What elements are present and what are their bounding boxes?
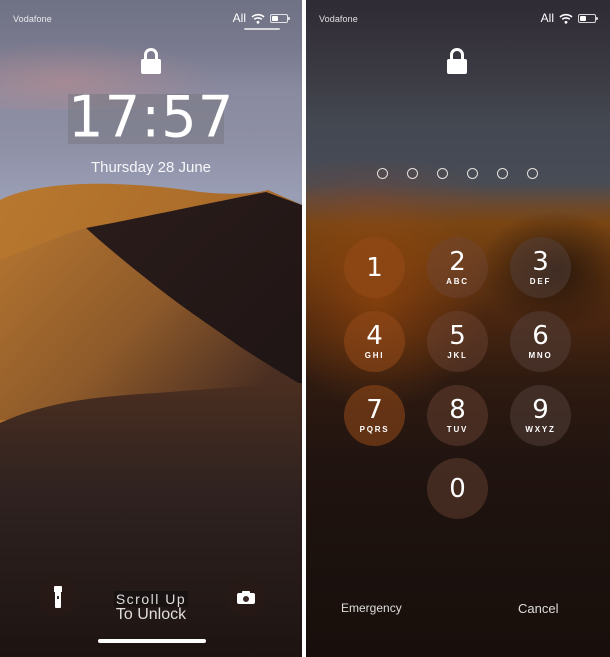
keypad-key-4[interactable]: 4 GHI	[344, 311, 405, 372]
cancel-button[interactable]: Cancel	[518, 601, 558, 616]
key-letters: JKL	[447, 351, 468, 360]
key-letters: DEF	[529, 277, 552, 286]
key-letters: WXYZ	[525, 425, 556, 434]
network-label: All	[232, 11, 246, 25]
key-letters: GHI	[364, 351, 385, 360]
control-center-handle[interactable]	[244, 28, 280, 30]
key-letters: PQRS	[359, 425, 390, 434]
keypad: 1 2 ABC 3 DEF 4 GHI 5 JKL 6 MNO 7 PQRS 8 TUV 9 WXYZ 0	[306, 0, 610, 657]
keypad-key-9[interactable]: 9 WXYZ	[510, 385, 571, 446]
clock-time: 17:57	[68, 84, 235, 151]
keypad-key-0[interactable]: 0	[427, 458, 488, 519]
unlock-hint-line1: Scroll Up	[0, 591, 302, 607]
keypad-key-8[interactable]: 8 TUV	[427, 385, 488, 446]
status-bar: Vodafone All	[0, 0, 302, 34]
keypad-key-2[interactable]: 2 ABC	[427, 237, 488, 298]
home-indicator[interactable]	[98, 639, 206, 643]
keypad-key-1[interactable]: 1	[344, 237, 405, 298]
passcode-screen: Vodafone All 1 2 ABC 3 DEF 4 GHI 5 JKL 6 MNO 7 PQRS 8…	[306, 0, 610, 657]
key-letters: TUV	[446, 425, 469, 434]
key-digit: 4	[366, 321, 383, 351]
key-digit: 7	[366, 395, 383, 425]
key-digit: 3	[532, 247, 549, 277]
key-letters: ABC	[446, 277, 469, 286]
key-digit: 2	[449, 247, 466, 277]
keypad-key-5[interactable]: 5 JKL	[427, 311, 488, 372]
unlock-hint-line2: To Unlock	[115, 606, 187, 623]
key-letters: MNO	[528, 351, 553, 360]
key-digit: 1	[366, 252, 383, 283]
keypad-key-3[interactable]: 3 DEF	[510, 237, 571, 298]
key-digit: 5	[449, 321, 466, 351]
key-digit: 8	[449, 395, 466, 425]
keypad-key-7[interactable]: 7 PQRS	[344, 385, 405, 446]
keypad-key-6[interactable]: 6 MNO	[510, 311, 571, 372]
lock-screen: Vodafone All 17:57 Thursday 28 June Scro…	[0, 0, 302, 657]
battery-icon	[270, 13, 290, 23]
padlock-icon	[141, 48, 161, 74]
clock-date: Thursday 28 June	[90, 159, 212, 176]
wifi-icon	[251, 13, 265, 24]
key-digit: 6	[532, 321, 549, 351]
key-digit: 0	[449, 473, 466, 504]
carrier-name: Vodafone	[13, 14, 52, 24]
status-indicators: All	[232, 11, 290, 25]
unlock-hint-text: Scroll Up	[113, 591, 189, 607]
emergency-button[interactable]: Emergency	[341, 601, 402, 615]
key-digit: 9	[532, 395, 549, 425]
